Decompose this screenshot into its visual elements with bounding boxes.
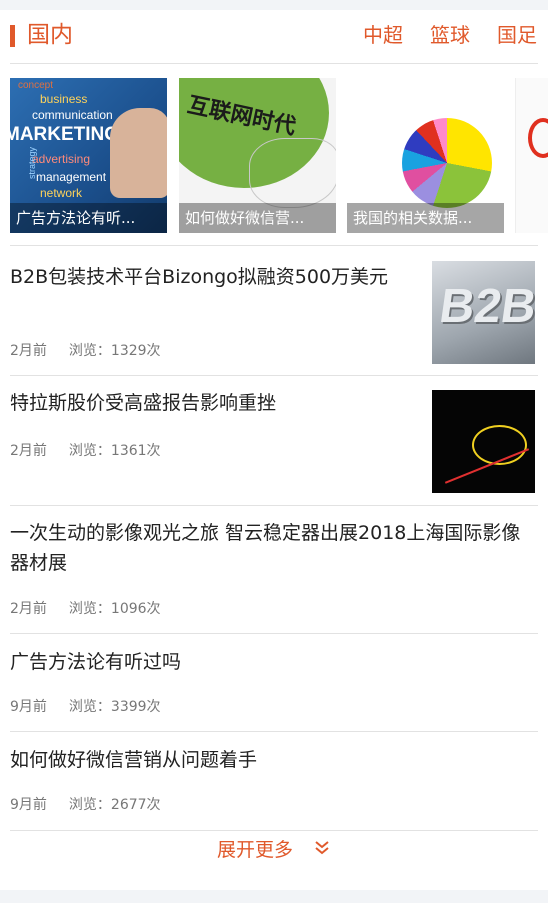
carousel-caption: 如何做好微信营... bbox=[179, 203, 336, 233]
section-header: 国内 中超 篮球 国足 bbox=[0, 10, 548, 64]
news-panel: 国内 中超 篮球 国足 concept business communicati… bbox=[0, 10, 548, 890]
carousel-item-wechat[interactable]: 互联网时代 如何做好微信营... bbox=[179, 78, 336, 233]
b2b-letters: B2B bbox=[436, 280, 535, 333]
carousel-item-marketing[interactable]: concept business communication MARKETING… bbox=[10, 78, 167, 233]
header-accent-bar bbox=[10, 25, 15, 47]
news-time: 2月前 bbox=[10, 343, 47, 359]
world-map-outline bbox=[249, 138, 336, 208]
carousel-caption: 广告方法论有听... bbox=[10, 203, 167, 233]
tab-national-team[interactable]: 国足 bbox=[497, 22, 537, 48]
news-views: 浏览：1329次 bbox=[68, 343, 161, 359]
divider bbox=[10, 63, 538, 64]
load-more-button[interactable]: 展开更多 bbox=[0, 835, 548, 866]
double-chevron-down-icon bbox=[313, 836, 331, 866]
news-views: 浏览：3399次 bbox=[68, 699, 161, 715]
news-item[interactable]: 一次生动的影像观光之旅 智云稳定器出展2018上海国际影像器材展 2月前 浏览：… bbox=[10, 506, 538, 633]
hand-with-pen bbox=[110, 108, 167, 198]
news-time: 2月前 bbox=[10, 601, 47, 617]
news-meta: 9月前 浏览：3399次 bbox=[10, 696, 161, 716]
carousel-caption: 我国的相关数据... bbox=[347, 203, 504, 233]
section-title: 国内 bbox=[27, 22, 73, 48]
category-tabs: 中超 篮球 国足 bbox=[363, 22, 537, 48]
news-views: 浏览：1361次 bbox=[68, 443, 161, 459]
news-meta: 2月前 浏览：1329次 bbox=[10, 340, 161, 360]
news-item[interactable]: 特拉斯股价受高盛报告影响重挫 2月前 浏览：1361次 bbox=[10, 376, 538, 506]
news-title: 特拉斯股价受高盛报告影响重挫 bbox=[10, 392, 277, 414]
news-meta: 2月前 浏览：1361次 bbox=[10, 440, 161, 460]
news-title: 一次生动的影像观光之旅 智云稳定器出展2018上海国际影像器材展 bbox=[10, 522, 521, 574]
pie-chart-graphic bbox=[402, 118, 492, 208]
news-meta: 2月前 浏览：1096次 bbox=[10, 598, 161, 618]
divider bbox=[10, 830, 538, 831]
news-item[interactable]: B2B包装技术平台Bizongo拟融资500万美元 2月前 浏览：1329次 B… bbox=[10, 246, 538, 376]
carousel-item-chart[interactable]: 我国的相关数据... bbox=[347, 78, 504, 233]
load-more-label: 展开更多 bbox=[216, 839, 293, 861]
news-views: 浏览：1096次 bbox=[68, 601, 161, 617]
partial-image bbox=[528, 118, 548, 158]
carousel-item-partial[interactable] bbox=[515, 78, 548, 233]
news-item[interactable]: 广告方法论有听过吗 9月前 浏览：3399次 bbox=[10, 634, 538, 731]
b2b-image: B2B bbox=[432, 261, 535, 364]
tab-csl[interactable]: 中超 bbox=[363, 22, 403, 48]
news-views: 浏览：2677次 bbox=[68, 797, 161, 813]
news-title: 广告方法论有听过吗 bbox=[10, 651, 182, 673]
news-meta: 9月前 浏览：2677次 bbox=[10, 794, 161, 814]
stock-chart-image bbox=[432, 390, 535, 493]
news-time: 9月前 bbox=[10, 699, 47, 715]
news-time: 2月前 bbox=[10, 443, 47, 459]
tab-basketball[interactable]: 篮球 bbox=[430, 22, 470, 48]
news-title: B2B包装技术平台Bizongo拟融资500万美元 bbox=[10, 266, 389, 288]
news-time: 9月前 bbox=[10, 797, 47, 813]
news-item[interactable]: 如何做好微信营销从问题着手 9月前 浏览：2677次 bbox=[10, 732, 538, 830]
image-carousel: concept business communication MARKETING… bbox=[10, 78, 548, 233]
news-title: 如何做好微信营销从问题着手 bbox=[10, 749, 258, 771]
